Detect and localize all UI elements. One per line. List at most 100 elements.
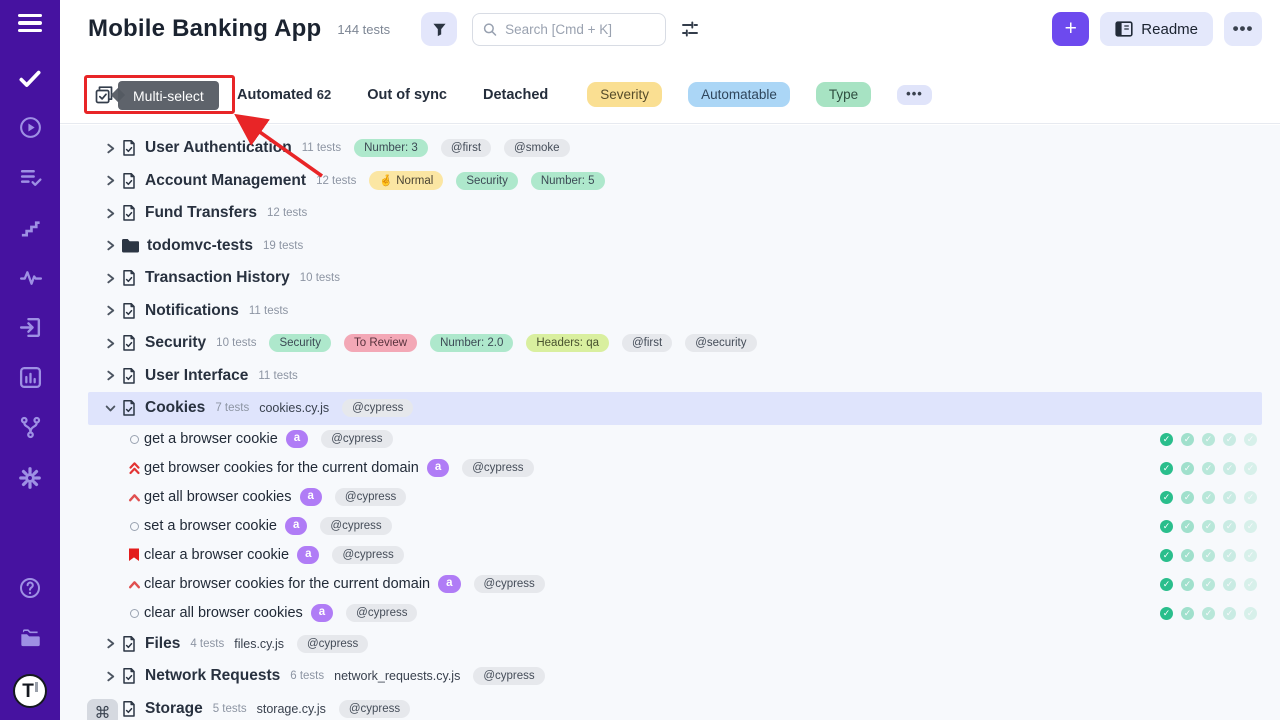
sliders-icon: [680, 20, 700, 38]
test-row[interactable]: get a browser cookiea@cypress✓✓✓✓✓: [88, 425, 1262, 454]
file-check-icon: [121, 172, 137, 190]
check-circle-icon: ✓: [1202, 607, 1215, 620]
suite-row[interactable]: Notifications11 tests: [88, 295, 1262, 328]
tag-badge: @security: [685, 334, 756, 352]
suite-row[interactable]: Security10 testsSecurityTo ReviewNumber:…: [88, 327, 1262, 360]
suite-row[interactable]: Storage5 testsstorage.cy.js@cypress: [88, 693, 1262, 720]
suite-name[interactable]: Transaction History: [145, 269, 290, 287]
help-icon[interactable]: [16, 574, 44, 601]
tag-badge: @cypress: [346, 604, 417, 622]
suite-name[interactable]: Notifications: [145, 302, 239, 320]
chevron-right-icon[interactable]: [104, 175, 117, 186]
test-name[interactable]: get all browser cookies: [144, 489, 292, 505]
test-row[interactable]: get all browser cookiesa@cypress✓✓✓✓✓: [88, 483, 1262, 512]
tests-check-icon[interactable]: [16, 64, 44, 91]
filter-automated[interactable]: Automated 62: [237, 87, 331, 103]
steps-icon[interactable]: [16, 214, 44, 241]
suite-name[interactable]: User Interface: [145, 367, 248, 385]
file-check-icon: [121, 139, 137, 157]
filter-pill-automatable[interactable]: Automatable: [688, 82, 790, 107]
test-row[interactable]: clear browser cookies for the current do…: [88, 570, 1262, 599]
suite-name[interactable]: Account Management: [145, 172, 306, 190]
filter-pill-severity[interactable]: Severity: [587, 82, 662, 107]
search-input[interactable]: [505, 22, 655, 37]
filter-detached[interactable]: Detached: [483, 87, 548, 103]
suite-row[interactable]: Cookies7 testscookies.cy.js@cypress: [88, 392, 1262, 425]
file-check-icon: [121, 700, 137, 718]
pulse-icon[interactable]: [16, 264, 44, 291]
tag-badge: @cypress: [332, 546, 403, 564]
hamburger-menu-icon[interactable]: [18, 14, 42, 32]
chevron-right-icon[interactable]: [104, 305, 117, 316]
suite-name[interactable]: Network Requests: [145, 667, 280, 685]
header-more-button[interactable]: •••: [1224, 12, 1262, 46]
suite-row[interactable]: Transaction History 10 tests: [88, 262, 1262, 295]
suite-row[interactable]: Files4 testsfiles.cy.js@cypress: [88, 628, 1262, 661]
chevron-right-icon[interactable]: [104, 370, 117, 381]
projects-folder-icon[interactable]: [16, 624, 44, 651]
suite-row[interactable]: User Interface11 tests: [88, 360, 1262, 393]
import-icon[interactable]: [16, 314, 44, 341]
suite-name[interactable]: Files: [145, 635, 180, 653]
check-circle-icon: ✓: [1244, 491, 1257, 504]
runs-play-icon[interactable]: [16, 114, 44, 141]
branches-icon[interactable]: [16, 414, 44, 441]
chevron-right-icon[interactable]: [104, 143, 117, 154]
keyboard-shortcut-badge[interactable]: ⌘: [87, 699, 118, 720]
tag-badge: @cypress: [339, 700, 410, 718]
tag-badge: @smoke: [504, 139, 570, 157]
analytics-chart-icon[interactable]: [16, 364, 44, 391]
suite-row[interactable]: Account Management12 tests🤞 NormalSecuri…: [88, 165, 1262, 198]
test-name[interactable]: get a browser cookie: [144, 431, 278, 447]
run-status-checks: ✓✓✓✓✓: [1160, 578, 1262, 591]
suite-test-count: 19 tests: [263, 240, 303, 252]
view-settings-button[interactable]: [680, 20, 700, 38]
suite-name[interactable]: Security: [145, 334, 206, 352]
filter-out-of-sync[interactable]: Out of sync: [367, 87, 447, 103]
suite-name[interactable]: Cookies: [145, 399, 205, 417]
suite-row[interactable]: Network Requests6 testsnetwork_requests.…: [88, 660, 1262, 693]
priority-high-icon: [126, 580, 142, 589]
chevron-right-icon[interactable]: [104, 208, 117, 219]
chevron-down-icon[interactable]: [104, 403, 117, 414]
plans-list-check-icon[interactable]: [16, 164, 44, 191]
tag-badge: To Review: [344, 334, 417, 352]
test-row[interactable]: set a browser cookiea@cypress✓✓✓✓✓: [88, 512, 1262, 541]
suite-name[interactable]: Fund Transfers: [145, 204, 257, 222]
readme-button[interactable]: Readme: [1100, 12, 1213, 46]
suite-test-count: 10 tests: [300, 272, 340, 284]
settings-gear-icon[interactable]: [16, 464, 44, 491]
chevron-right-icon[interactable]: [104, 638, 117, 649]
filter-pill-type[interactable]: Type: [816, 82, 871, 107]
check-circle-icon: ✓: [1202, 433, 1215, 446]
suite-row[interactable]: Fund Transfers12 tests: [88, 197, 1262, 230]
suite-row[interactable]: todomvc-tests 19 tests: [88, 230, 1262, 263]
test-name[interactable]: set a browser cookie: [144, 518, 277, 534]
suite-name[interactable]: todomvc-tests: [147, 237, 253, 255]
filter-more-button[interactable]: •••: [897, 85, 932, 105]
suite-name[interactable]: User Authentication: [145, 139, 292, 157]
suite-row[interactable]: User Authentication11 testsNumber: 3@fir…: [88, 132, 1262, 165]
test-row[interactable]: get browser cookies for the current doma…: [88, 454, 1262, 483]
search-box[interactable]: [472, 13, 666, 46]
file-check-icon: [121, 367, 137, 385]
tag-badge: 🤞 Normal: [369, 171, 443, 190]
suite-name[interactable]: Storage: [145, 700, 203, 718]
test-name[interactable]: clear browser cookies for the current do…: [144, 576, 430, 592]
test-row[interactable]: clear all browser cookiesa@cypress✓✓✓✓✓: [88, 599, 1262, 628]
chevron-right-icon[interactable]: [104, 671, 117, 682]
chevron-right-icon[interactable]: [104, 240, 117, 251]
check-circle-icon: ✓: [1160, 520, 1173, 533]
check-circle-icon: ✓: [1202, 520, 1215, 533]
chevron-right-icon[interactable]: [104, 338, 117, 349]
test-name[interactable]: clear all browser cookies: [144, 605, 303, 621]
priority-high-icon: [126, 493, 142, 502]
add-button[interactable]: +: [1052, 12, 1089, 46]
chevron-right-icon[interactable]: [104, 273, 117, 284]
test-name[interactable]: get browser cookies for the current doma…: [144, 460, 419, 476]
test-row[interactable]: clear a browser cookiea@cypress✓✓✓✓✓: [88, 541, 1262, 570]
automated-marker-badge: a: [427, 459, 449, 477]
test-name[interactable]: clear a browser cookie: [144, 547, 289, 563]
filter-button[interactable]: [421, 12, 457, 46]
app-logo[interactable]: T: [13, 674, 47, 708]
